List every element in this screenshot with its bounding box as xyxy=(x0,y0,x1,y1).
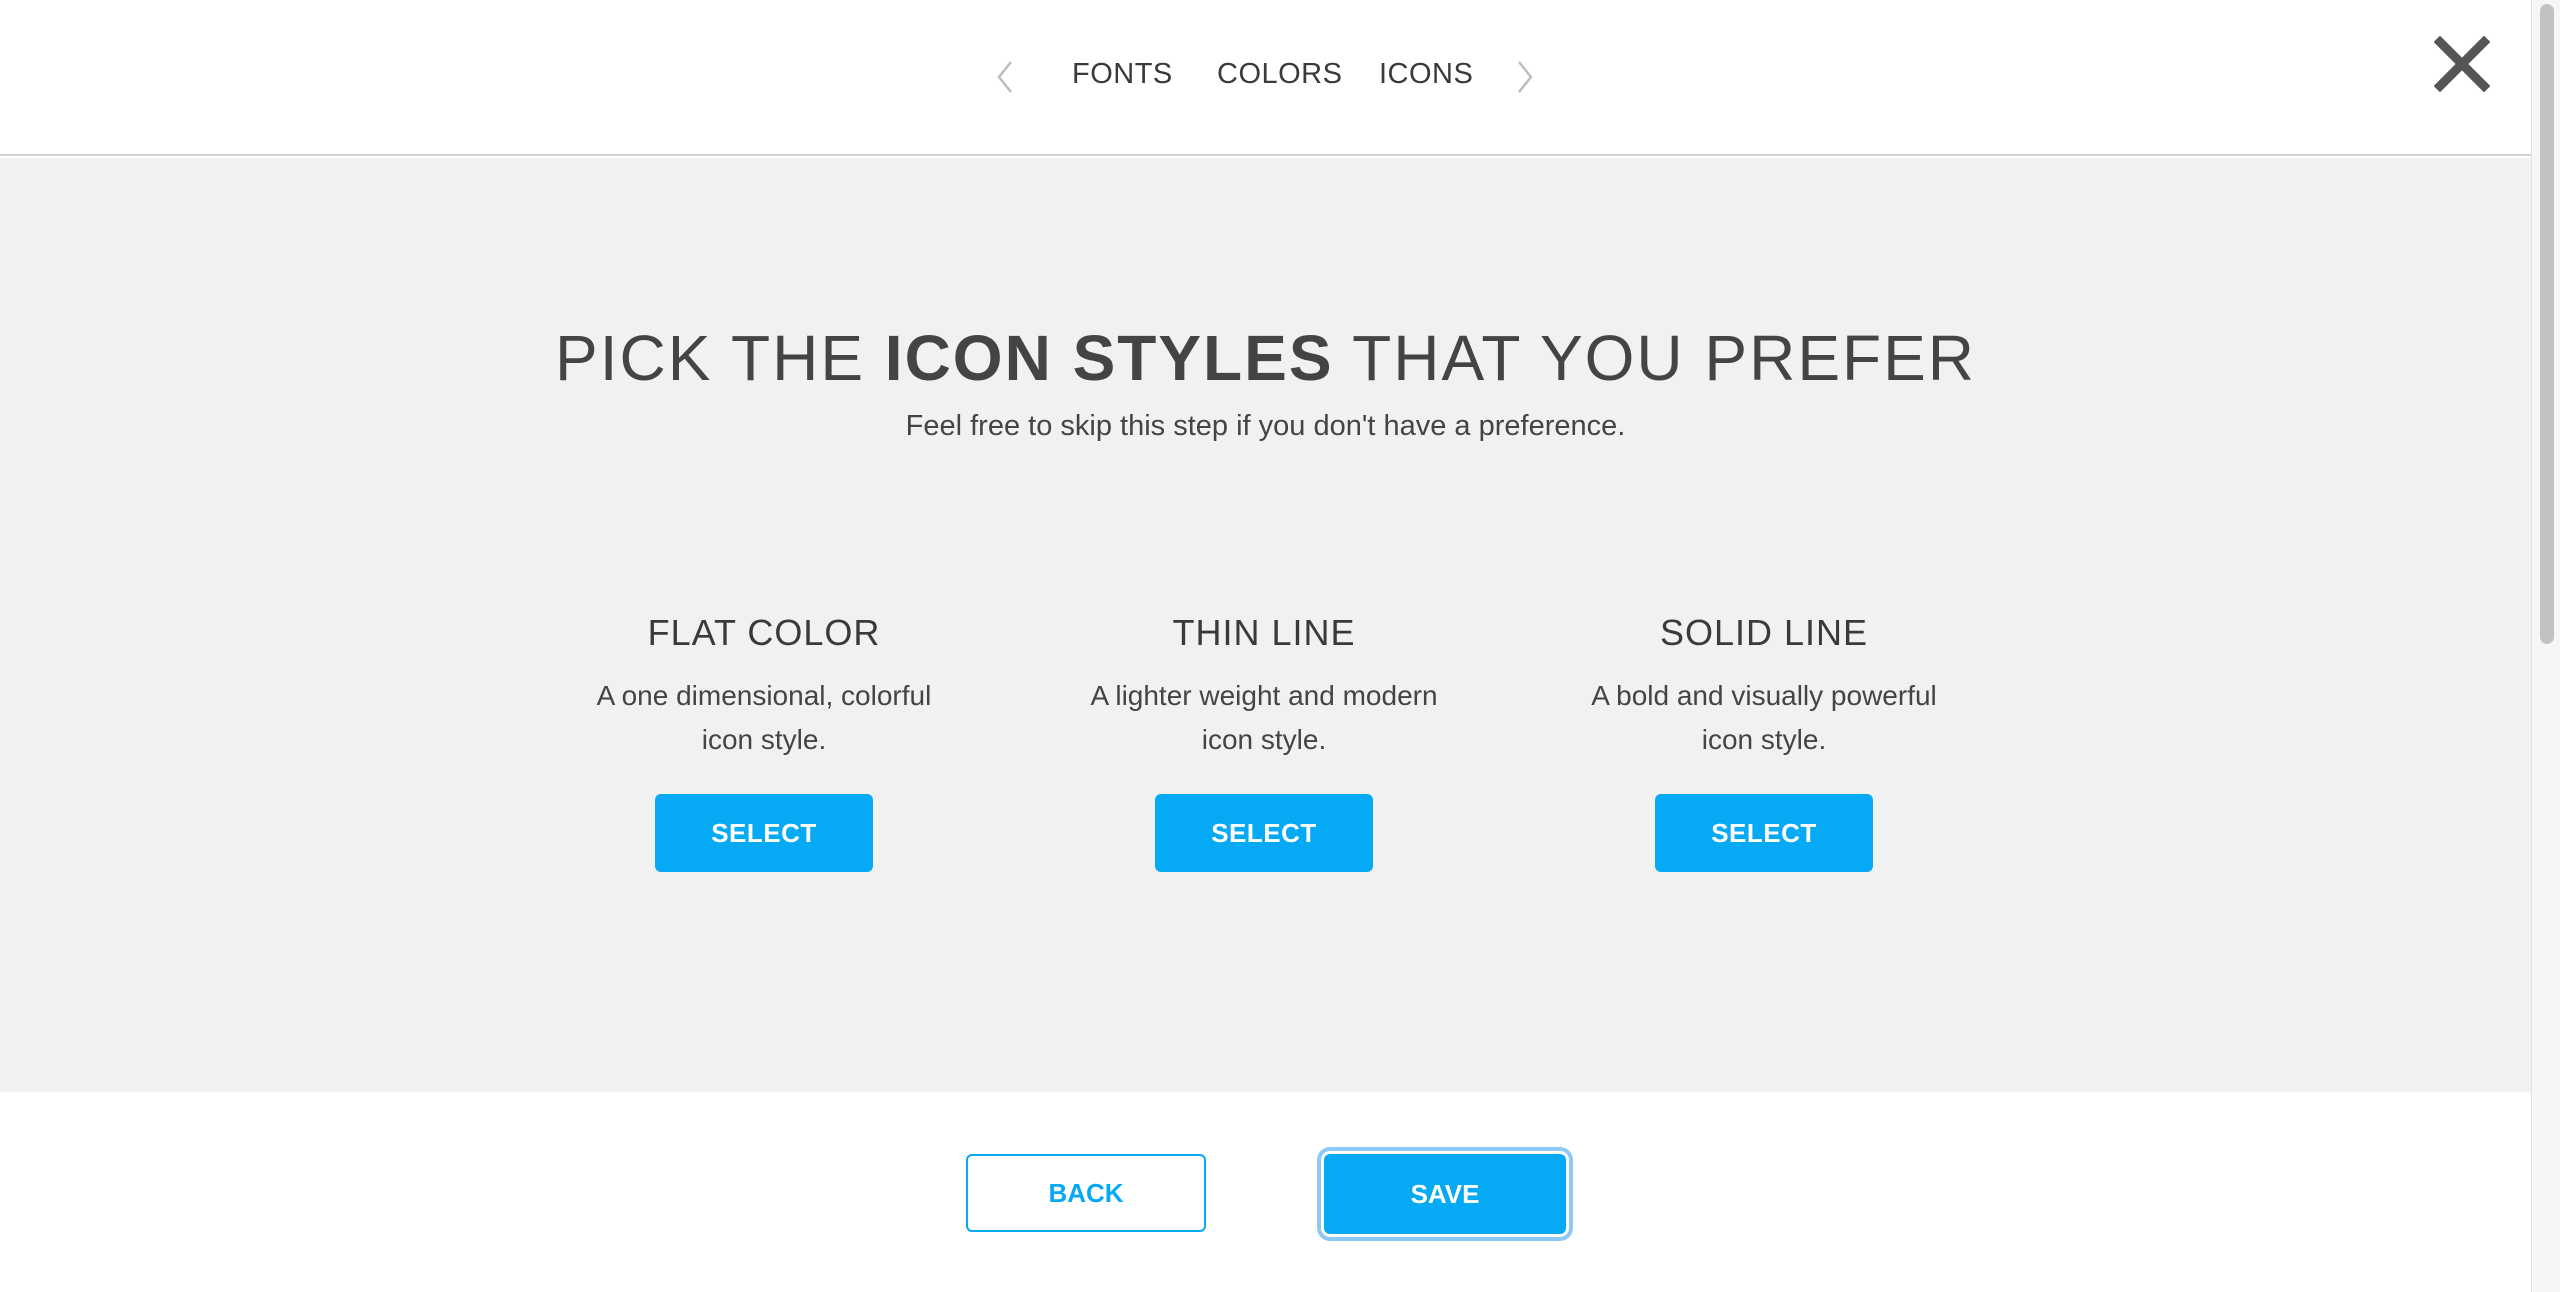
option-title: THIN LINE xyxy=(1172,612,1356,653)
option-description: A lighter weight and modern icon style. xyxy=(1090,680,1438,755)
option-thin-line: THIN LINE A lighter weight and modern ic… xyxy=(1054,612,1474,872)
close-icon[interactable] xyxy=(2433,35,2491,93)
page-title: PICK THE ICON STYLES THAT YOU PREFER xyxy=(0,321,2531,395)
select-thin-line-button[interactable]: SELECT xyxy=(1155,794,1373,872)
chevron-right-icon[interactable] xyxy=(1510,52,1540,102)
page-subtitle: Feel free to skip this step if you don't… xyxy=(905,410,1626,442)
option-flat-color: FLAT COLOR A one dimensional, colorful i… xyxy=(554,612,974,872)
option-title: FLAT COLOR xyxy=(647,612,881,653)
select-flat-color-button[interactable]: SELECT xyxy=(655,794,873,872)
option-title: SOLID LINE xyxy=(1659,612,1869,653)
icon-style-picker-page: FONTS COLORS ICONS PICK THE ICON STYLES … xyxy=(0,0,2560,1292)
title-prefix: PICK THE xyxy=(555,322,885,394)
select-solid-line-button[interactable]: SELECT xyxy=(1655,794,1873,872)
scrollbar-thumb[interactable] xyxy=(2540,4,2554,644)
top-nav-bar: FONTS COLORS ICONS xyxy=(0,0,2531,156)
option-solid-line: SOLID LINE A bold and visually powerful … xyxy=(1554,612,1974,872)
tab-colors[interactable]: COLORS xyxy=(1217,58,1342,98)
tab-icons[interactable]: ICONS xyxy=(1379,58,1473,98)
option-description: A one dimensional, colorful icon style. xyxy=(596,680,932,755)
option-description: A bold and visually powerful icon style. xyxy=(1591,680,1937,755)
footer-actions: BACK SAVE xyxy=(0,1092,2531,1292)
chevron-left-icon[interactable] xyxy=(990,52,1020,102)
title-emphasis: ICON STYLES xyxy=(884,322,1334,394)
vertical-scrollbar[interactable] xyxy=(2531,0,2560,1292)
main-content: PICK THE ICON STYLES THAT YOU PREFER Fee… xyxy=(0,158,2531,1092)
tab-fonts[interactable]: FONTS xyxy=(1072,58,1173,98)
back-button[interactable]: BACK xyxy=(966,1154,1206,1232)
save-button[interactable]: SAVE xyxy=(1324,1154,1566,1234)
title-suffix: THAT YOU PREFER xyxy=(1333,322,1976,394)
